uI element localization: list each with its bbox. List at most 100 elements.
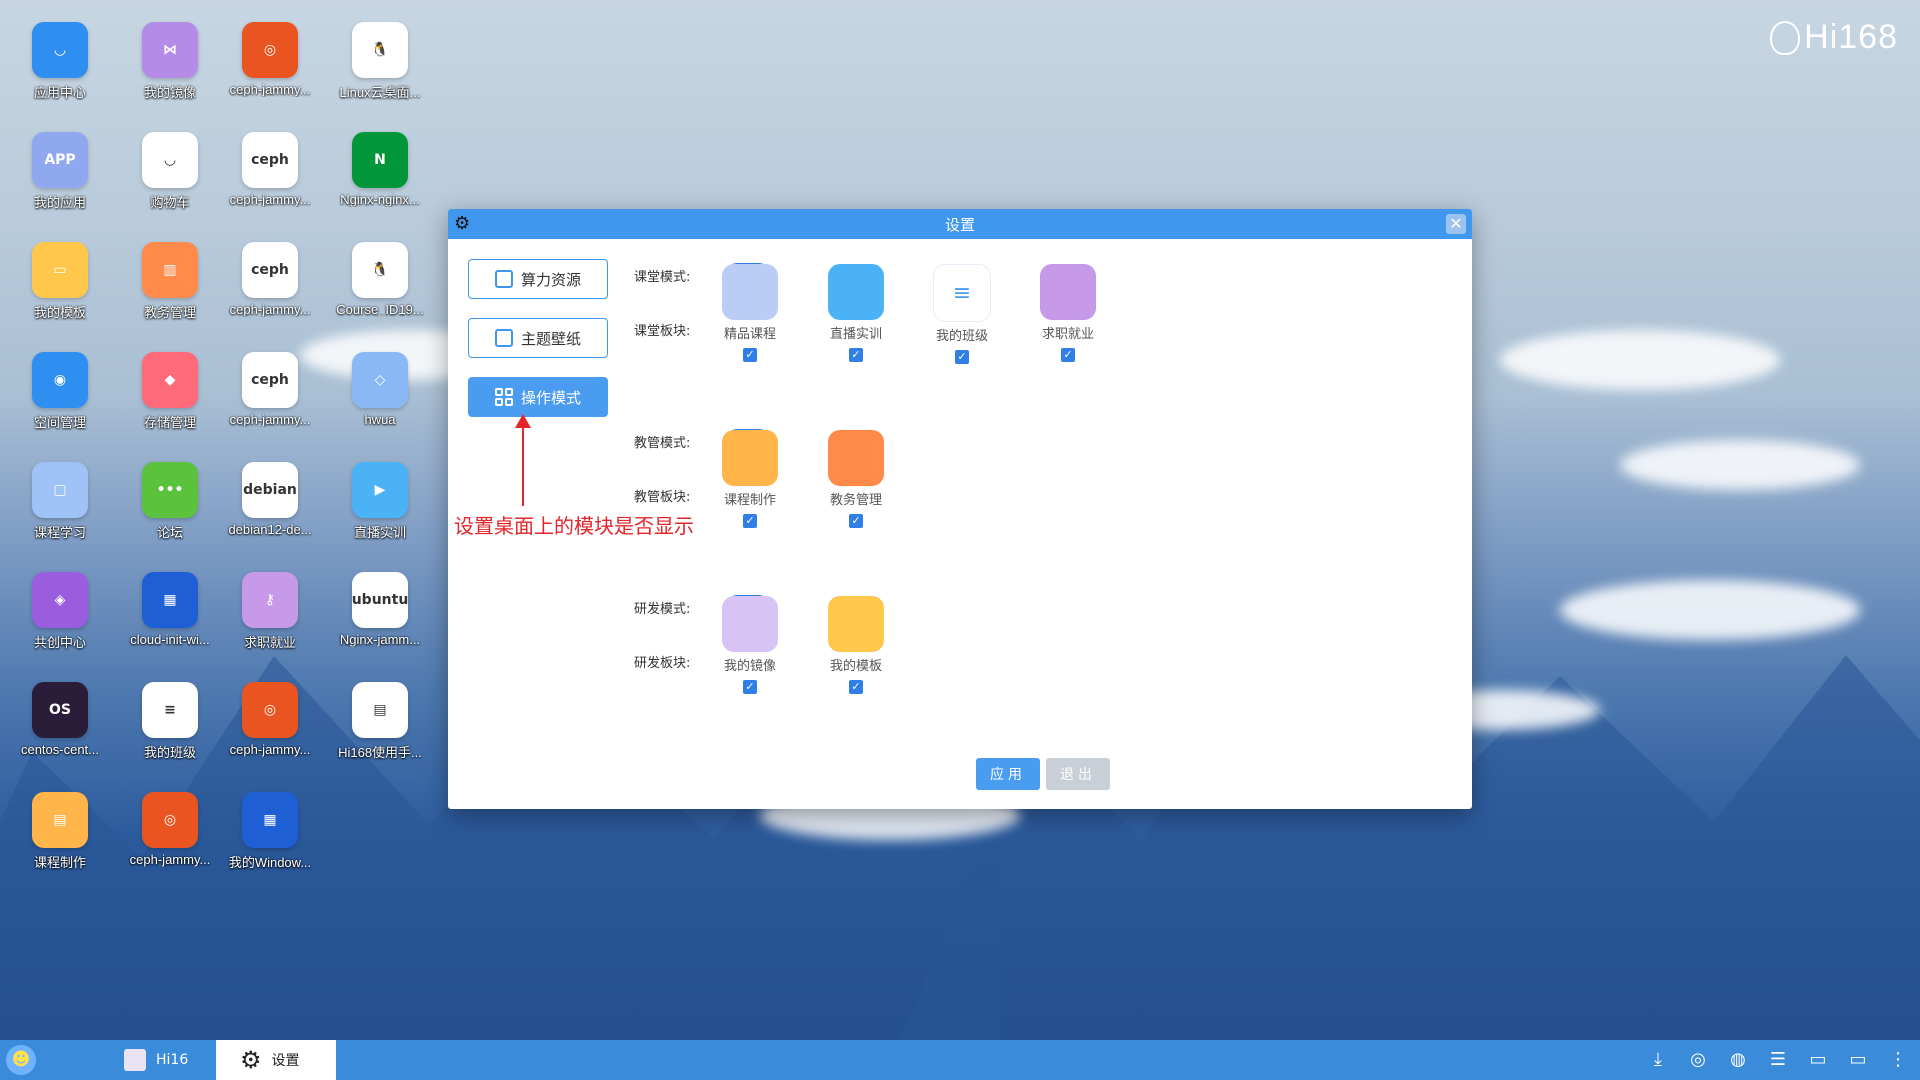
desktop-icon[interactable]: ▤ Hi168使用手...: [330, 660, 430, 760]
taskbar-item-label: 设置: [271, 1053, 300, 1069]
desktop-icon[interactable]: OS centos-cent...: [10, 660, 110, 760]
module-item: 直播实训 ✓: [816, 264, 896, 362]
desktop-icon[interactable]: 🐧 Course_ID19...: [330, 220, 430, 320]
desktop-icon-label: debian12-de...: [228, 522, 312, 537]
broadcast-icon[interactable]: ◎: [1686, 1048, 1710, 1072]
taskbar-item-hi16[interactable]: Hi16: [100, 1040, 216, 1080]
exit-button[interactable]: 退出: [1046, 758, 1110, 790]
message-icon[interactable]: ▭: [1806, 1048, 1830, 1072]
display-icon[interactable]: ▭: [1846, 1048, 1870, 1072]
desktop-icon[interactable]: ceph ceph-jammy...: [220, 220, 320, 320]
module-label: 教务管理: [829, 493, 882, 508]
co-creation-icon: ◈: [32, 572, 88, 628]
nav-theme-wallpaper[interactable]: 主题壁纸: [468, 318, 608, 358]
desktop-icon[interactable]: ••• 论坛: [120, 440, 220, 540]
desktop-icon[interactable]: debian debian12-de...: [220, 440, 320, 540]
nav-label: 算力资源: [520, 270, 581, 289]
classroom-mode-label: 课堂模式:: [634, 270, 691, 285]
system-tray: ⤓ ◎ ◍ ☰ ▭ ▭ ⋮: [1646, 1048, 1910, 1072]
desktop-icon[interactable]: APP 我的应用: [10, 110, 110, 210]
desktop-icon[interactable]: ceph ceph-jammy...: [220, 330, 320, 430]
taskbar: ☻ Hi16 ⚙ 设置 ⤓ ◎ ◍ ☰ ▭ ▭ ⋮: [0, 1040, 1920, 1080]
desktop-icon[interactable]: ▤ 课程制作: [10, 770, 110, 870]
brand-logo-text: Hi168: [1804, 18, 1898, 56]
desktop-icon[interactable]: ◉ 空间管理: [10, 330, 110, 430]
desktop-icon[interactable]: ▭ 我的模板: [10, 220, 110, 320]
module-label: 课程制作: [723, 493, 776, 508]
desktop-icon[interactable]: ubuntu Nginx-jamm...: [330, 550, 430, 650]
desktop-icon[interactable]: ceph ceph-jammy...: [220, 110, 320, 210]
dialog-title-bar[interactable]: ⚙ 设置 ✕: [448, 209, 1472, 239]
notes-icon[interactable]: ☰: [1766, 1048, 1790, 1072]
desktop-icon[interactable]: ▦ cloud-init-wi...: [120, 550, 220, 650]
module-checkbox[interactable]: ✓: [849, 514, 863, 528]
module-item: ≡ 我的班级 ✓: [922, 264, 1002, 364]
desktop-icon-label: 我的应用: [33, 195, 86, 210]
desktop-icon[interactable]: ▢ 课程学习: [10, 440, 110, 540]
course-make-icon: ▤: [32, 792, 88, 848]
module-checkbox[interactable]: ✓: [743, 514, 757, 528]
desktop-icon-label: ceph-jammy...: [229, 192, 311, 207]
start-menu-icon[interactable]: ☻: [6, 1045, 36, 1075]
grid-icon: [494, 388, 513, 406]
wallpaper-icon: [494, 329, 513, 347]
desktop-icon[interactable]: ◈ 共创中心: [10, 550, 110, 650]
module-item: 教务管理 ✓: [816, 430, 896, 528]
module-checkbox[interactable]: ✓: [1061, 348, 1075, 362]
module-label: 我的镜像: [723, 659, 776, 674]
linux-tux-icon: 🐧: [352, 22, 408, 78]
desktop-icon[interactable]: ◆ 存储管理: [120, 330, 220, 430]
close-icon[interactable]: ✕: [1446, 214, 1466, 234]
desktop-icon[interactable]: ▶ 直播实训: [330, 440, 430, 540]
desktop-icon-label: 购物车: [150, 195, 190, 210]
apply-button[interactable]: 应用: [976, 758, 1040, 790]
desktop-icon[interactable]: ⋈ 我的镜像: [120, 0, 220, 100]
module-item: 我的镜像 ✓: [710, 596, 790, 694]
desktop-icon[interactable]: ≡ 我的班级: [120, 660, 220, 760]
wechat-icon[interactable]: ◍: [1726, 1048, 1750, 1072]
my-apps-icon: APP: [32, 132, 88, 188]
desktop-icon[interactable]: 🐧 Linux云桌面...: [330, 0, 430, 100]
rnd-mode-label: 研发模式:: [634, 602, 691, 617]
nav-compute-resources[interactable]: 算力资源: [468, 259, 608, 299]
desktop-icon[interactable]: N Nginx-nginx...: [330, 110, 430, 210]
debian-icon: debian: [242, 462, 298, 518]
nav-operation-mode[interactable]: 操作模式: [468, 377, 608, 417]
desktop-icon[interactable]: ◡ 应用中心: [10, 0, 110, 100]
module-checkbox[interactable]: ✓: [849, 680, 863, 694]
module-checkbox[interactable]: ✓: [849, 348, 863, 362]
desktop-icon[interactable]: ▥ 教务管理: [120, 220, 220, 320]
module-checkbox[interactable]: ✓: [743, 680, 757, 694]
desktop-icon[interactable]: ◇ hwua: [330, 330, 430, 430]
desktop-icon-label: 直播实训: [353, 525, 406, 540]
linux-tux-icon: 🐧: [352, 242, 408, 298]
my-class-icon: ≡: [142, 682, 198, 738]
academic-admin-icon: ▥: [142, 242, 198, 298]
ceph-icon: ceph: [242, 352, 298, 408]
live-training-icon: ▶: [352, 462, 408, 518]
taskbar-item-settings[interactable]: ⚙ 设置: [216, 1040, 336, 1080]
more-icon[interactable]: ⋮: [1886, 1048, 1910, 1072]
download-icon[interactable]: ⤓: [1646, 1048, 1670, 1072]
cart-icon: ◡: [142, 132, 198, 188]
module-item: 精品课程 ✓: [710, 264, 790, 362]
module-checkbox[interactable]: ✓: [955, 350, 969, 364]
desktop-icon[interactable]: ⚷ 求职就业: [220, 550, 320, 650]
ubuntu-icon: ubuntu: [352, 572, 408, 628]
ubuntu-icon: ◎: [142, 792, 198, 848]
hwua-icon: ◇: [352, 352, 408, 408]
rnd-block-label: 研发板块:: [634, 656, 691, 671]
nav-label: 主题壁纸: [520, 329, 581, 348]
space-admin-icon: ◉: [32, 352, 88, 408]
desktop-icon[interactable]: ◡ 购物车: [120, 110, 220, 210]
job-icon: ⚷: [242, 572, 298, 628]
module-label: 我的班级: [935, 329, 988, 344]
windows-icon: ▦: [242, 792, 298, 848]
module-checkbox[interactable]: ✓: [743, 348, 757, 362]
desktop-icon[interactable]: ▦ 我的Window...: [220, 770, 320, 870]
desktop-icon[interactable]: ◎ ceph-jammy...: [220, 0, 320, 100]
desktop-icon-label: 应用中心: [33, 85, 86, 100]
desktop-icon[interactable]: ◎ ceph-jammy...: [220, 660, 320, 760]
desktop-icon[interactable]: ◎ ceph-jammy...: [120, 770, 220, 870]
dialog-title: 设置: [944, 215, 975, 234]
